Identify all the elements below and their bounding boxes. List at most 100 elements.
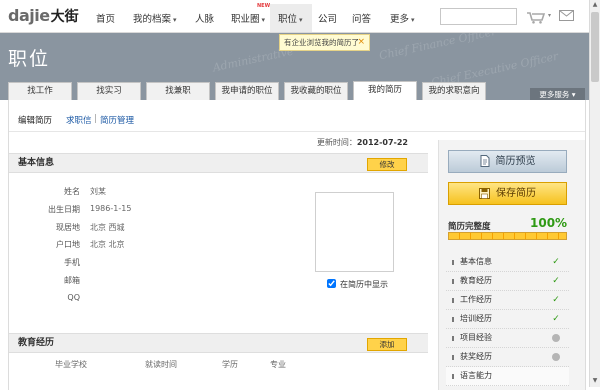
nav-item-home[interactable]: 首页	[96, 11, 115, 25]
resume-section-item[interactable]: 基本信息 ✓	[446, 253, 569, 272]
row-marker	[452, 374, 454, 379]
profile-photo-placeholder[interactable]	[315, 192, 394, 272]
resume-section-item[interactable]: 教育经历 ✓	[446, 272, 569, 291]
resume-section-label: 项目经验	[460, 333, 492, 342]
tab-find-job[interactable]: 找工作	[8, 82, 72, 100]
completeness-label: 简历完整度	[448, 222, 491, 232]
check-icon: ✓	[552, 257, 560, 267]
nav-item-label: 更多	[390, 14, 410, 25]
tab-find-parttime[interactable]: 找兼职	[146, 82, 210, 100]
nav-item-label: 公司	[318, 14, 338, 25]
field-value-hukou: 北京 北京	[90, 240, 125, 249]
check-icon: ✓	[552, 295, 560, 305]
resume-section-label: 培训经历	[460, 314, 492, 323]
edit-button[interactable]: 修改	[367, 158, 407, 171]
field-label-hukou: 户口地	[56, 240, 80, 249]
updated-label: 更新时间：	[316, 138, 357, 147]
nav-item-career-circle[interactable]: 职业圈 ▾	[231, 11, 265, 25]
scroll-up-arrow-icon[interactable]: ▲	[590, 0, 600, 10]
column-header-school: 毕业学校	[55, 360, 87, 369]
nav-item-label: 首页	[96, 14, 116, 25]
field-value-name: 刘某	[90, 187, 106, 196]
nav-item-jobs[interactable]: 职位 ▾	[278, 11, 303, 25]
completeness-bar-fill	[449, 233, 566, 239]
updated-date: 2012-07-22	[356, 138, 408, 147]
check-icon: ✓	[552, 314, 560, 324]
resume-section-item[interactable]: 项目经验	[446, 329, 569, 348]
field-label-email: 邮箱	[64, 276, 80, 285]
nav-item-more[interactable]: 更多 ▾	[390, 11, 415, 25]
resume-section-label: 基本信息	[460, 257, 492, 266]
tab-my-resume[interactable]: 我的简历	[353, 81, 417, 101]
row-marker	[452, 317, 454, 322]
resume-section-item[interactable]: 获奖经历	[446, 348, 569, 367]
tab-job-intention[interactable]: 我的求职意向	[422, 82, 486, 100]
chevron-down-icon[interactable]: ▾	[548, 12, 551, 19]
scrollbar-thumb[interactable]	[591, 12, 599, 82]
document-icon	[480, 155, 489, 167]
resume-section-item[interactable]: 语言能力	[446, 367, 569, 386]
subnav-edit-resume[interactable]: 编辑简历	[18, 114, 52, 126]
tab-find-internship[interactable]: 找实习	[77, 82, 141, 100]
chevron-down-icon: ▾	[173, 16, 177, 24]
nav-item-profile[interactable]: 我的档案 ▾	[133, 11, 177, 25]
notification-text: 有企业浏览我的简历了	[284, 38, 359, 47]
resume-section-label: 语言能力	[460, 371, 492, 380]
column-header-period: 就读时间	[145, 360, 177, 369]
notification-icon[interactable]	[526, 9, 546, 27]
nav-item-label: 职业圈	[231, 14, 260, 25]
search-input[interactable]	[440, 8, 517, 25]
subnav-resume-manage[interactable]: 简历管理	[100, 114, 134, 126]
save-icon	[479, 188, 490, 199]
chevron-down-icon: ▾	[299, 16, 303, 24]
column-header-degree: 学历	[222, 360, 238, 369]
divider	[9, 131, 585, 132]
section-title: 基本信息	[18, 158, 55, 168]
section-title: 教育经历	[18, 338, 55, 348]
nav-item-label: 我的档案	[133, 14, 172, 25]
add-button[interactable]: 添加	[367, 338, 407, 351]
save-label: 保存简历	[496, 188, 536, 199]
row-marker	[452, 260, 454, 265]
tab-saved-jobs[interactable]: 我收藏的职位	[284, 82, 348, 100]
field-value-birthdate: 1986-1-15	[90, 204, 132, 213]
tab-applied-jobs[interactable]: 我申请的职位	[215, 82, 279, 100]
column-header-major: 专业	[270, 360, 286, 369]
save-resume-button[interactable]: 保存简历	[448, 182, 567, 205]
field-value-residence: 北京 西城	[90, 223, 125, 232]
scroll-down-arrow-icon[interactable]: ▼	[590, 376, 600, 386]
nav-item-label: 人脉	[195, 14, 215, 25]
nav-item-company[interactable]: 公司	[318, 11, 337, 25]
mail-icon[interactable]	[559, 10, 574, 24]
section-header-education: 教育经历 添加	[9, 333, 428, 353]
page-title: 职位	[8, 48, 51, 70]
section-header-basic-info: 基本信息 修改	[9, 153, 428, 173]
field-label-qq: QQ	[67, 293, 80, 302]
show-photo-checkbox[interactable]	[327, 279, 336, 288]
resume-section-label: 教育经历	[460, 276, 492, 285]
field-label-residence: 现居地	[56, 223, 80, 232]
row-marker	[452, 336, 454, 341]
subnav-cover-letter[interactable]: 求职信	[66, 114, 92, 126]
subnav-separator: |	[94, 114, 97, 124]
row-marker	[452, 279, 454, 284]
logo-cn-text: 大街	[50, 9, 79, 25]
page-scrollbar[interactable]: ▲ ▼	[589, 0, 600, 387]
resume-section-item[interactable]: 培训经历 ✓	[446, 310, 569, 329]
chevron-down-icon: ▾	[261, 16, 266, 24]
nav-item-qa[interactable]: 问答	[352, 11, 371, 25]
updated-time: 更新时间：2012-07-22	[300, 137, 408, 148]
dajie-logo[interactable]: dajie大街	[8, 6, 79, 26]
new-badge: NEW	[257, 3, 271, 9]
field-label-birthdate: 出生日期	[48, 205, 80, 214]
preview-resume-button[interactable]: 简历预览	[448, 150, 567, 173]
field-label-name: 姓名	[64, 187, 80, 196]
notification-tooltip[interactable]: 有企业浏览我的简历了 ×	[279, 34, 370, 51]
resume-section-item[interactable]: 工作经历 ✓	[446, 291, 569, 310]
show-photo-label: 在简历中显示	[340, 280, 388, 289]
nav-item-network[interactable]: 人脉	[195, 11, 214, 25]
close-icon[interactable]: ×	[357, 35, 365, 50]
logo-latin-text: dajie	[8, 6, 50, 25]
nav-item-label: 职位	[278, 14, 298, 25]
preview-label: 简历预览	[495, 156, 536, 167]
